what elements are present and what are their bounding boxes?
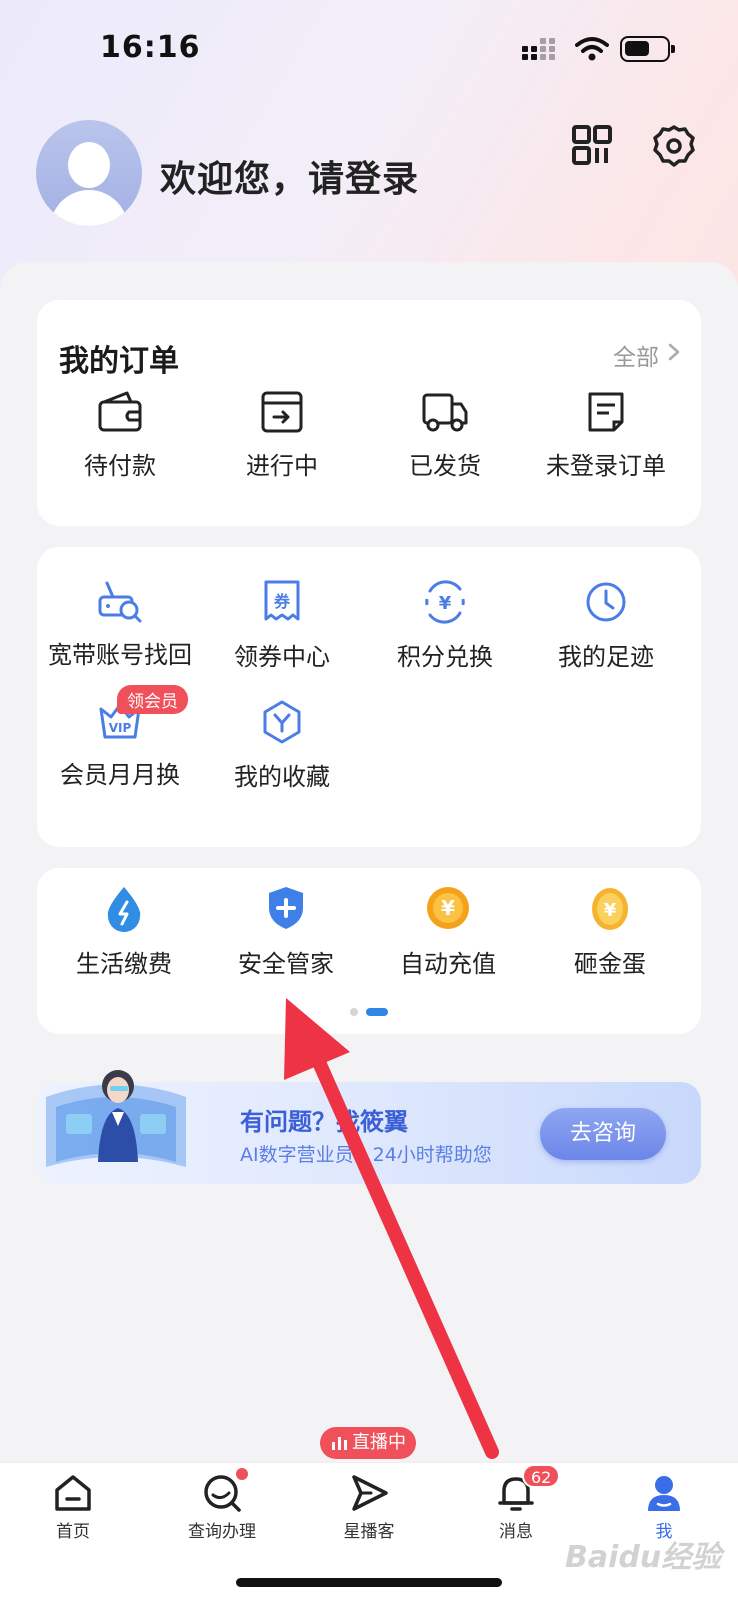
coupon-icon: 券 <box>264 580 300 621</box>
service-label: 宽带账号找回 <box>48 641 192 669</box>
orders-title: 我的订单 <box>59 344 179 379</box>
svg-text:券: 券 <box>273 592 291 611</box>
service-label: 安全管家 <box>238 950 334 978</box>
service-label: 领券中心 <box>234 643 330 671</box>
quick-services-card: 生活缴费 安全管家 ¥ 自动充值 ¥ 砸金蛋 <box>37 868 701 1034</box>
ai-agent-illustration <box>46 1070 186 1167</box>
service-label: 生活缴费 <box>76 950 172 978</box>
avatar[interactable] <box>36 120 142 226</box>
order-shipped[interactable]: 已发货 <box>362 390 528 481</box>
gear-icon[interactable] <box>652 124 696 168</box>
service-life-payment[interactable]: 生活缴费 <box>41 884 207 979</box>
live-bars-icon <box>332 1437 347 1450</box>
service-coupon-center[interactable]: 券 领券中心 <box>199 579 365 672</box>
page-indicator <box>350 1008 410 1016</box>
orders-card: 我的订单 全部 待付款 进行中 已发货 未登录订单 <box>37 300 701 526</box>
yuan-coin-icon: ¥ <box>427 887 469 929</box>
broadband-search-icon <box>98 581 142 623</box>
svg-text:¥: ¥ <box>439 593 452 614</box>
status-bar: 16:16 <box>0 0 738 100</box>
notification-dot <box>236 1468 248 1480</box>
document-icon <box>588 392 624 432</box>
live-badge-label: 直播中 <box>352 1432 406 1453</box>
page-dot[interactable] <box>350 1008 358 1016</box>
person-icon <box>648 1476 680 1511</box>
service-label: 自动充值 <box>400 950 496 978</box>
service-my-favorites[interactable]: 我的收藏 <box>199 699 365 792</box>
service-my-footprint[interactable]: 我的足迹 <box>523 579 689 672</box>
consult-button[interactable]: 去咨询 <box>540 1108 666 1160</box>
banner-title: 有问题？找筱翼 <box>240 1108 408 1136</box>
service-broadband-recovery[interactable]: 宽带账号找回 <box>37 579 203 670</box>
service-label: 我的收藏 <box>234 763 330 791</box>
home-icon <box>55 1475 91 1511</box>
wifi-icon <box>575 37 609 61</box>
chevron-right-icon[interactable] <box>667 342 681 362</box>
tab-label: 消息 <box>499 1522 533 1542</box>
banner-subtitle: AI数字营业员，24小时帮助您 <box>240 1144 492 1166</box>
watermark: Baidu经验 <box>565 1540 722 1575</box>
search-query-icon <box>204 1475 241 1512</box>
svg-text:¥: ¥ <box>604 900 617 921</box>
service-auto-recharge[interactable]: ¥ 自动充值 <box>365 884 531 979</box>
archive-box-icon <box>261 391 303 433</box>
login-prompt[interactable]: 欢迎您，请登录 <box>160 150 419 202</box>
live-badge[interactable]: 直播中 <box>320 1427 416 1459</box>
service-points-exchange[interactable]: ¥ 积分兑换 <box>362 579 528 672</box>
tab-label: 星播客 <box>343 1522 395 1542</box>
tab-label: 首页 <box>56 1522 90 1542</box>
order-not-logged-in[interactable]: 未登录订单 <box>523 390 689 481</box>
service-golden-egg[interactable]: ¥ 砸金蛋 <box>527 884 693 979</box>
page-dot-active[interactable] <box>366 1008 388 1016</box>
order-label: 待付款 <box>84 452 156 480</box>
svg-text:VIP: VIP <box>109 721 132 735</box>
member-badge: 领会员 <box>117 685 188 714</box>
message-count-badge: 62 <box>522 1464 561 1488</box>
tab-star-podcast[interactable]: 星播客 <box>309 1473 429 1542</box>
wallet-icon <box>98 391 142 432</box>
clock-icon <box>586 582 626 622</box>
send-icon <box>352 1475 388 1511</box>
service-member-monthly[interactable]: 领会员 VIP 会员月月换 <box>37 685 203 790</box>
order-in-progress[interactable]: 进行中 <box>199 390 365 481</box>
tab-query[interactable]: 查询办理 <box>162 1473 282 1542</box>
signal-icon <box>522 38 562 62</box>
qr-code-icon[interactable] <box>572 125 612 165</box>
order-label: 进行中 <box>246 452 318 480</box>
service-label: 会员月月换 <box>60 761 180 789</box>
status-time: 16:16 <box>100 30 201 65</box>
service-label: 砸金蛋 <box>574 950 646 978</box>
service-security-manager[interactable]: 安全管家 <box>203 884 369 979</box>
truck-icon <box>422 393 468 432</box>
service-label: 我的足迹 <box>558 643 654 671</box>
home-indicator[interactable] <box>236 1578 502 1587</box>
tab-messages[interactable]: 消息 <box>456 1473 576 1542</box>
services-card: 宽带账号找回 券 领券中心 ¥ 积分兑换 我的足迹 领会员 VIP 会员月月换 <box>37 547 701 847</box>
order-pending-payment[interactable]: 待付款 <box>37 390 203 481</box>
tab-home[interactable]: 首页 <box>13 1473 133 1542</box>
svg-text:¥: ¥ <box>441 896 455 920</box>
service-label: 积分兑换 <box>397 643 493 671</box>
order-label: 未登录订单 <box>546 452 666 480</box>
golden-egg-icon: ¥ <box>592 888 628 930</box>
battery-icon <box>620 36 675 62</box>
water-drop-icon <box>107 887 141 932</box>
shield-icon <box>269 887 303 929</box>
orders-all-link[interactable]: 全部 <box>613 338 659 372</box>
order-label: 已发货 <box>409 452 481 480</box>
tab-label: 查询办理 <box>188 1522 256 1542</box>
favorite-icon <box>263 700 301 744</box>
points-exchange-icon: ¥ <box>425 580 465 624</box>
